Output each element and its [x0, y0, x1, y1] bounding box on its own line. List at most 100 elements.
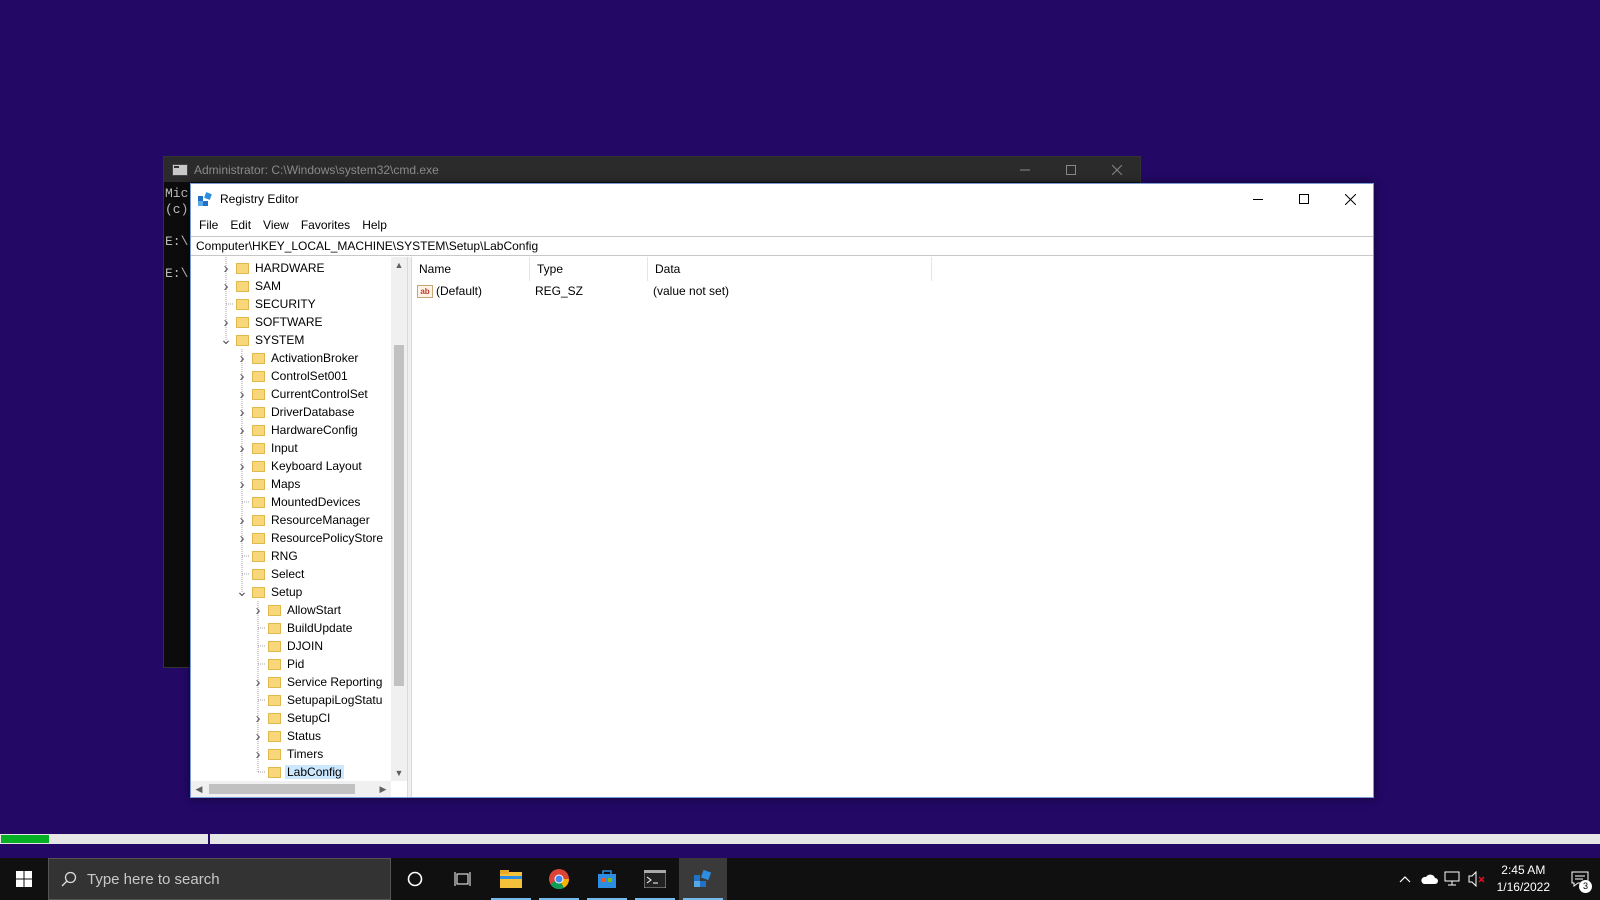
tree-node[interactable]: SECURITY	[219, 295, 318, 313]
tree-node[interactable]: › Service Reporting	[251, 673, 384, 691]
network-button[interactable]	[1441, 858, 1465, 900]
tree-node[interactable]: ⌄ SYSTEM	[219, 331, 306, 349]
menu-help[interactable]: Help	[356, 218, 393, 232]
onedrive-button[interactable]	[1417, 858, 1441, 900]
progress-fill	[1, 835, 49, 843]
expand-chevron-icon[interactable]: ›	[235, 349, 249, 367]
tree-node[interactable]: BuildUpdate	[251, 619, 354, 637]
tree-node[interactable]: › ControlSet001	[235, 367, 350, 385]
show-hidden-icons-button[interactable]	[1393, 858, 1417, 900]
key-tree[interactable]: › HARDWARE › SAM SECURITY › SOFTWARE ⌄ SYSTEM › Ac…	[191, 257, 407, 797]
chrome-button[interactable]	[535, 858, 583, 900]
clock[interactable]: 2:45 AM 1/16/2022	[1489, 862, 1560, 896]
scroll-down-arrow-icon[interactable]: ▼	[391, 765, 407, 781]
tree-node[interactable]: › DriverDatabase	[235, 403, 356, 421]
scroll-left-arrow-icon[interactable]: ◀	[191, 781, 207, 797]
tree-node[interactable]: › Status	[251, 727, 323, 745]
action-center-button[interactable]: 3	[1560, 858, 1600, 900]
column-header-data[interactable]: Data	[648, 257, 932, 281]
tree-node[interactable]: LabConfig	[251, 763, 344, 781]
minimize-button[interactable]	[1235, 184, 1281, 214]
cortana-button[interactable]	[391, 858, 439, 900]
tree-node[interactable]: SetupapiLogStatu	[251, 691, 384, 709]
task-view-button[interactable]	[439, 858, 487, 900]
tree-node[interactable]: › AllowStart	[251, 601, 343, 619]
value-row[interactable]: ab (Default) REG_SZ (value not set)	[412, 281, 1373, 301]
tree-node[interactable]: MountedDevices	[235, 493, 362, 511]
tree-node[interactable]: › ResourceManager	[235, 511, 372, 529]
expand-chevron-icon[interactable]: ›	[235, 439, 249, 457]
expand-chevron-icon[interactable]: ›	[251, 727, 265, 745]
expand-chevron-icon[interactable]: ›	[235, 511, 249, 529]
tree-node[interactable]: › Maps	[235, 475, 302, 493]
expand-chevron-icon[interactable]: ›	[235, 403, 249, 421]
expand-chevron-icon[interactable]: ›	[251, 601, 265, 619]
menu-edit[interactable]: Edit	[224, 218, 257, 232]
expand-chevron-icon[interactable]: ›	[235, 421, 249, 439]
expand-chevron-icon[interactable]: ›	[235, 529, 249, 547]
registry-editor-window[interactable]: Registry Editor File Edit View Favorites…	[190, 183, 1374, 798]
column-header-type[interactable]: Type	[530, 257, 648, 281]
tree-node[interactable]: Pid	[251, 655, 306, 673]
scroll-up-arrow-icon[interactable]: ▲	[391, 257, 407, 273]
close-button[interactable]	[1094, 157, 1140, 182]
expand-chevron-icon[interactable]: ›	[251, 745, 265, 763]
regedit-titlebar[interactable]: Registry Editor	[191, 184, 1373, 214]
address-bar[interactable]: Computer\HKEY_LOCAL_MACHINE\SYSTEM\Setup…	[191, 236, 1373, 256]
maximize-button[interactable]	[1281, 184, 1327, 214]
tree-node[interactable]: › ActivationBroker	[235, 349, 360, 367]
minimize-button[interactable]	[1002, 157, 1048, 182]
menu-view[interactable]: View	[257, 218, 295, 232]
expand-chevron-icon[interactable]: ›	[251, 673, 265, 691]
column-header-name[interactable]: Name	[412, 257, 530, 281]
tree-node[interactable]: ⌄ Setup	[235, 583, 304, 601]
expand-chevron-icon[interactable]: ›	[235, 385, 249, 403]
tree-node[interactable]: › Keyboard Layout	[235, 457, 364, 475]
tree-node[interactable]: › ResourcePolicyStore	[235, 529, 385, 547]
start-button[interactable]	[0, 858, 48, 900]
volume-button[interactable]	[1465, 858, 1489, 900]
expand-chevron-icon[interactable]: ›	[219, 313, 233, 331]
tree-node[interactable]: › SOFTWARE	[219, 313, 325, 331]
tree-node[interactable]: › CurrentControlSet	[235, 385, 370, 403]
maximize-button[interactable]	[1048, 157, 1094, 182]
tree-node[interactable]: › HARDWARE	[219, 259, 327, 277]
scroll-right-arrow-icon[interactable]: ▶	[375, 781, 391, 797]
tree-node[interactable]: DJOIN	[251, 637, 325, 655]
cmd-titlebar[interactable]: Administrator: C:\Windows\system32\cmd.e…	[164, 157, 1140, 182]
tree-node[interactable]: › Timers	[251, 745, 325, 763]
regedit-taskbar-button[interactable]	[679, 858, 727, 900]
collapse-chevron-icon[interactable]: ⌄	[219, 331, 233, 349]
menu-favorites[interactable]: Favorites	[295, 218, 356, 232]
menu-file[interactable]: File	[193, 218, 224, 232]
scroll-thumb-horizontal[interactable]	[209, 784, 355, 794]
tree-node[interactable]: › SetupCI	[251, 709, 332, 727]
expand-chevron-icon[interactable]: ›	[219, 259, 233, 277]
store-button[interactable]	[583, 858, 631, 900]
tree-node-label: ResourceManager	[271, 513, 370, 527]
expand-chevron-icon[interactable]: ›	[251, 709, 265, 727]
values-list[interactable]: Name Type Data ab (Default) REG_SZ (valu…	[412, 257, 1373, 797]
expand-chevron-icon[interactable]: ›	[219, 277, 233, 295]
collapse-chevron-icon[interactable]: ⌄	[235, 583, 249, 601]
tree-node-label: SYSTEM	[255, 333, 305, 347]
tree-node[interactable]: › Input	[235, 439, 300, 457]
tree-vertical-scrollbar[interactable]: ▲ ▼	[391, 257, 407, 781]
expand-chevron-icon[interactable]: ›	[235, 457, 249, 475]
tree-horizontal-scrollbar[interactable]: ◀ ▶	[191, 781, 391, 797]
file-explorer-button[interactable]	[487, 858, 535, 900]
tree-node[interactable]: RNG	[235, 547, 300, 565]
cmd-taskbar-button[interactable]	[631, 858, 679, 900]
close-button[interactable]	[1327, 184, 1373, 214]
tree-node[interactable]: › HardwareConfig	[235, 421, 360, 439]
search-box[interactable]: Type here to search	[48, 858, 391, 900]
tree-node[interactable]: › SAM	[219, 277, 283, 295]
expand-chevron-icon[interactable]: ›	[235, 367, 249, 385]
tree-node[interactable]: Select	[235, 565, 306, 583]
expand-chevron-icon[interactable]: ›	[235, 475, 249, 493]
scroll-thumb[interactable]	[394, 345, 404, 686]
maximize-icon	[1299, 194, 1309, 204]
value-name: (Default)	[436, 284, 483, 298]
